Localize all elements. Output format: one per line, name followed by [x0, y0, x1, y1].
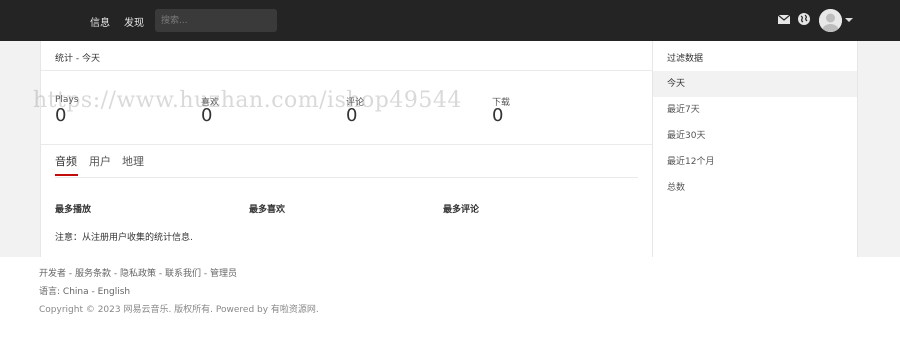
footer-separator: - — [111, 269, 120, 279]
language-english[interactable]: English — [98, 287, 131, 297]
footer-separator: - — [88, 287, 98, 297]
top-navbar: 信息 发现 — [0, 0, 900, 41]
search-box[interactable] — [155, 9, 277, 32]
column-most-played: 最多播放 — [55, 205, 92, 215]
footer-link-contact[interactable]: 联系我们 — [165, 269, 201, 279]
column-most-commented: 最多评论 — [443, 205, 480, 215]
footer-separator: - — [201, 269, 210, 279]
filter-panel-title: 过滤数据 — [667, 54, 704, 64]
avatar[interactable] — [819, 9, 842, 32]
filter-last-30-days[interactable]: 最近30天 — [653, 123, 857, 149]
mail-icon[interactable] — [778, 15, 790, 24]
divider — [41, 70, 653, 71]
filter-total[interactable]: 总数 — [653, 175, 857, 201]
stat-value: 0 — [492, 105, 504, 126]
filter-today[interactable]: 今天 — [653, 71, 857, 97]
footer-link-privacy[interactable]: 隐私政策 — [120, 269, 156, 279]
filter-last-12-months[interactable]: 最近12个月 — [653, 149, 857, 175]
divider — [55, 177, 638, 178]
footer-link-developers[interactable]: 开发者 — [39, 269, 66, 279]
footer-links: 开发者 - 服务条款 - 隐私政策 - 联系我们 - 管理员 — [39, 266, 237, 279]
language-label: 语言: — [39, 287, 61, 297]
filter-last-7-days[interactable]: 最近7天 — [653, 97, 857, 123]
footer-copyright: Copyright © 2023 网易云音乐. 版权所有. Powered by… — [39, 305, 319, 315]
nav-messages-link[interactable]: 信息 — [90, 14, 110, 29]
footer-language: 语言: China - English — [39, 284, 130, 297]
tab-audio[interactable]: 音频 — [55, 153, 77, 169]
tab-users[interactable]: 用户 — [89, 153, 111, 169]
footer-separator: - — [66, 269, 75, 279]
tab-geo[interactable]: 地理 — [122, 153, 144, 169]
divider — [41, 144, 653, 145]
column-most-liked: 最多喜欢 — [249, 205, 286, 215]
stats-panel: 统计 - 今天 Plays 0 喜欢 0 评论 0 下载 0 音频 用户 地理 … — [40, 41, 653, 257]
filter-panel: 过滤数据 今天 最近7天 最近30天 最近12个月 总数 — [653, 41, 858, 257]
watermark-text: https://www.huzhan.com/ishop49544 — [33, 88, 462, 113]
footer-separator: - — [156, 269, 165, 279]
footer-link-terms[interactable]: 服务条款 — [75, 269, 111, 279]
nav-discover-link[interactable]: 发现 — [124, 14, 144, 29]
stats-panel-title: 统计 - 今天 — [55, 54, 100, 64]
language-china[interactable]: China — [63, 287, 89, 297]
search-input[interactable] — [155, 9, 277, 32]
stats-note: 注意：从注册用户收集的统计信息. — [55, 233, 193, 243]
active-tab-indicator — [55, 174, 78, 176]
caret-down-icon[interactable] — [845, 18, 853, 22]
footer-link-admin[interactable]: 管理员 — [210, 269, 237, 279]
globe-icon[interactable] — [798, 13, 810, 25]
